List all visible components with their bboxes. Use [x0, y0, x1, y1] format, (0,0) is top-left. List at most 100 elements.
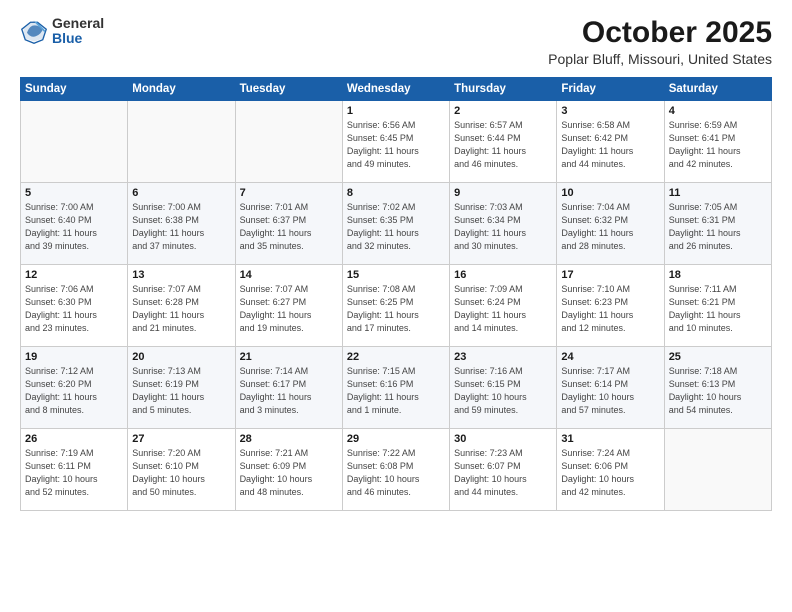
- day-info: Sunrise: 7:00 AM Sunset: 6:38 PM Dayligh…: [132, 201, 230, 253]
- day-info: Sunrise: 7:12 AM Sunset: 6:20 PM Dayligh…: [25, 365, 123, 417]
- calendar-cell: [128, 101, 235, 183]
- day-info: Sunrise: 7:08 AM Sunset: 6:25 PM Dayligh…: [347, 283, 445, 335]
- column-header-tuesday: Tuesday: [235, 78, 342, 101]
- calendar-table: SundayMondayTuesdayWednesdayThursdayFrid…: [20, 77, 772, 511]
- calendar-week-4: 19 Sunrise: 7:12 AM Sunset: 6:20 PM Dayli…: [21, 347, 772, 429]
- calendar-week-3: 12 Sunrise: 7:06 AM Sunset: 6:30 PM Dayli…: [21, 265, 772, 347]
- day-number: 19: [25, 351, 123, 363]
- calendar-cell: 1 Sunrise: 6:56 AM Sunset: 6:45 PM Daylig…: [342, 101, 449, 183]
- day-info: Sunrise: 7:09 AM Sunset: 6:24 PM Dayligh…: [454, 283, 552, 335]
- calendar-cell: [21, 101, 128, 183]
- calendar-cell: 15 Sunrise: 7:08 AM Sunset: 6:25 PM Dayli…: [342, 265, 449, 347]
- day-info: Sunrise: 7:07 AM Sunset: 6:27 PM Dayligh…: [240, 283, 338, 335]
- day-number: 28: [240, 433, 338, 445]
- calendar-cell: 9Sunrise: 7:03 AM Sunset: 6:34 PM Daylig…: [450, 183, 557, 265]
- calendar-cell: 30 Sunrise: 7:23 AM Sunset: 6:07 PM Dayli…: [450, 429, 557, 511]
- day-info: Sunrise: 7:07 AM Sunset: 6:28 PM Dayligh…: [132, 283, 230, 335]
- day-number: 2: [454, 105, 552, 117]
- day-number: 13: [132, 269, 230, 281]
- column-header-thursday: Thursday: [450, 78, 557, 101]
- day-info: Sunrise: 7:19 AM Sunset: 6:11 PM Dayligh…: [25, 447, 123, 499]
- calendar-title: October 2025: [548, 16, 772, 49]
- calendar-week-1: 1 Sunrise: 6:56 AM Sunset: 6:45 PM Daylig…: [21, 101, 772, 183]
- column-header-sunday: Sunday: [21, 78, 128, 101]
- day-info: Sunrise: 7:15 AM Sunset: 6:16 PM Dayligh…: [347, 365, 445, 417]
- logo-text: General Blue: [52, 16, 104, 47]
- day-number: 18: [669, 269, 767, 281]
- day-info: Sunrise: 7:05 AM Sunset: 6:31 PM Dayligh…: [669, 201, 767, 253]
- calendar-cell: 3Sunrise: 6:58 AM Sunset: 6:42 PM Daylig…: [557, 101, 664, 183]
- calendar-cell: 22 Sunrise: 7:15 AM Sunset: 6:16 PM Dayli…: [342, 347, 449, 429]
- day-info: Sunrise: 7:17 AM Sunset: 6:14 PM Dayligh…: [561, 365, 659, 417]
- column-header-monday: Monday: [128, 78, 235, 101]
- day-number: 24: [561, 351, 659, 363]
- calendar-cell: 25Sunrise: 7:18 AM Sunset: 6:13 PM Dayli…: [664, 347, 771, 429]
- column-header-saturday: Saturday: [664, 78, 771, 101]
- day-info: Sunrise: 7:20 AM Sunset: 6:10 PM Dayligh…: [132, 447, 230, 499]
- day-info: Sunrise: 6:57 AM Sunset: 6:44 PM Dayligh…: [454, 119, 552, 171]
- calendar-cell: 4Sunrise: 6:59 AM Sunset: 6:41 PM Daylig…: [664, 101, 771, 183]
- day-info: Sunrise: 7:02 AM Sunset: 6:35 PM Dayligh…: [347, 201, 445, 253]
- day-info: Sunrise: 7:11 AM Sunset: 6:21 PM Dayligh…: [669, 283, 767, 335]
- day-number: 1: [347, 105, 445, 117]
- logo-blue: Blue: [52, 31, 104, 46]
- day-number: 27: [132, 433, 230, 445]
- day-info: Sunrise: 7:14 AM Sunset: 6:17 PM Dayligh…: [240, 365, 338, 417]
- day-number: 16: [454, 269, 552, 281]
- day-number: 12: [25, 269, 123, 281]
- column-header-friday: Friday: [557, 78, 664, 101]
- calendar-week-2: 5Sunrise: 7:00 AM Sunset: 6:40 PM Daylig…: [21, 183, 772, 265]
- day-number: 6: [132, 187, 230, 199]
- day-info: Sunrise: 7:13 AM Sunset: 6:19 PM Dayligh…: [132, 365, 230, 417]
- day-info: Sunrise: 7:21 AM Sunset: 6:09 PM Dayligh…: [240, 447, 338, 499]
- calendar-cell: 10Sunrise: 7:04 AM Sunset: 6:32 PM Dayli…: [557, 183, 664, 265]
- calendar-cell: 28 Sunrise: 7:21 AM Sunset: 6:09 PM Dayli…: [235, 429, 342, 511]
- day-number: 4: [669, 105, 767, 117]
- day-number: 26: [25, 433, 123, 445]
- day-info: Sunrise: 7:22 AM Sunset: 6:08 PM Dayligh…: [347, 447, 445, 499]
- day-number: 29: [347, 433, 445, 445]
- day-number: 30: [454, 433, 552, 445]
- day-number: 3: [561, 105, 659, 117]
- calendar-cell: 21Sunrise: 7:14 AM Sunset: 6:17 PM Dayli…: [235, 347, 342, 429]
- day-number: 10: [561, 187, 659, 199]
- calendar-cell: 26 Sunrise: 7:19 AM Sunset: 6:11 PM Dayli…: [21, 429, 128, 511]
- day-number: 17: [561, 269, 659, 281]
- calendar-cell: 24 Sunrise: 7:17 AM Sunset: 6:14 PM Dayli…: [557, 347, 664, 429]
- day-info: Sunrise: 7:23 AM Sunset: 6:07 PM Dayligh…: [454, 447, 552, 499]
- day-number: 7: [240, 187, 338, 199]
- logo: General Blue: [20, 16, 104, 47]
- calendar-subtitle: Poplar Bluff, Missouri, United States: [548, 51, 772, 67]
- day-info: Sunrise: 7:00 AM Sunset: 6:40 PM Dayligh…: [25, 201, 123, 253]
- calendar-cell: 2 Sunrise: 6:57 AM Sunset: 6:44 PM Daylig…: [450, 101, 557, 183]
- calendar-cell: 14Sunrise: 7:07 AM Sunset: 6:27 PM Dayli…: [235, 265, 342, 347]
- header: General Blue October 2025 Poplar Bluff, …: [20, 16, 772, 67]
- calendar-cell: 6 Sunrise: 7:00 AM Sunset: 6:38 PM Daylig…: [128, 183, 235, 265]
- calendar-cell: 20Sunrise: 7:13 AM Sunset: 6:19 PM Dayli…: [128, 347, 235, 429]
- day-info: Sunrise: 6:56 AM Sunset: 6:45 PM Dayligh…: [347, 119, 445, 171]
- day-info: Sunrise: 7:06 AM Sunset: 6:30 PM Dayligh…: [25, 283, 123, 335]
- day-number: 22: [347, 351, 445, 363]
- calendar-header-row: SundayMondayTuesdayWednesdayThursdayFrid…: [21, 78, 772, 101]
- title-block: October 2025 Poplar Bluff, Missouri, Uni…: [548, 16, 772, 67]
- day-number: 23: [454, 351, 552, 363]
- calendar-cell: 8Sunrise: 7:02 AM Sunset: 6:35 PM Daylig…: [342, 183, 449, 265]
- logo-icon: [20, 17, 48, 45]
- calendar-cell: 31 Sunrise: 7:24 AM Sunset: 6:06 PM Dayli…: [557, 429, 664, 511]
- day-info: Sunrise: 7:01 AM Sunset: 6:37 PM Dayligh…: [240, 201, 338, 253]
- page: General Blue October 2025 Poplar Bluff, …: [0, 0, 792, 612]
- day-number: 31: [561, 433, 659, 445]
- day-number: 11: [669, 187, 767, 199]
- day-info: Sunrise: 7:16 AM Sunset: 6:15 PM Dayligh…: [454, 365, 552, 417]
- day-number: 9: [454, 187, 552, 199]
- day-info: Sunrise: 7:24 AM Sunset: 6:06 PM Dayligh…: [561, 447, 659, 499]
- calendar-cell: 5Sunrise: 7:00 AM Sunset: 6:40 PM Daylig…: [21, 183, 128, 265]
- calendar-cell: 17Sunrise: 7:10 AM Sunset: 6:23 PM Dayli…: [557, 265, 664, 347]
- day-number: 15: [347, 269, 445, 281]
- calendar-cell: 23 Sunrise: 7:16 AM Sunset: 6:15 PM Dayli…: [450, 347, 557, 429]
- calendar-cell: [664, 429, 771, 511]
- calendar-cell: 13 Sunrise: 7:07 AM Sunset: 6:28 PM Dayli…: [128, 265, 235, 347]
- calendar-cell: [235, 101, 342, 183]
- calendar-cell: 27 Sunrise: 7:20 AM Sunset: 6:10 PM Dayli…: [128, 429, 235, 511]
- calendar-cell: 11 Sunrise: 7:05 AM Sunset: 6:31 PM Dayli…: [664, 183, 771, 265]
